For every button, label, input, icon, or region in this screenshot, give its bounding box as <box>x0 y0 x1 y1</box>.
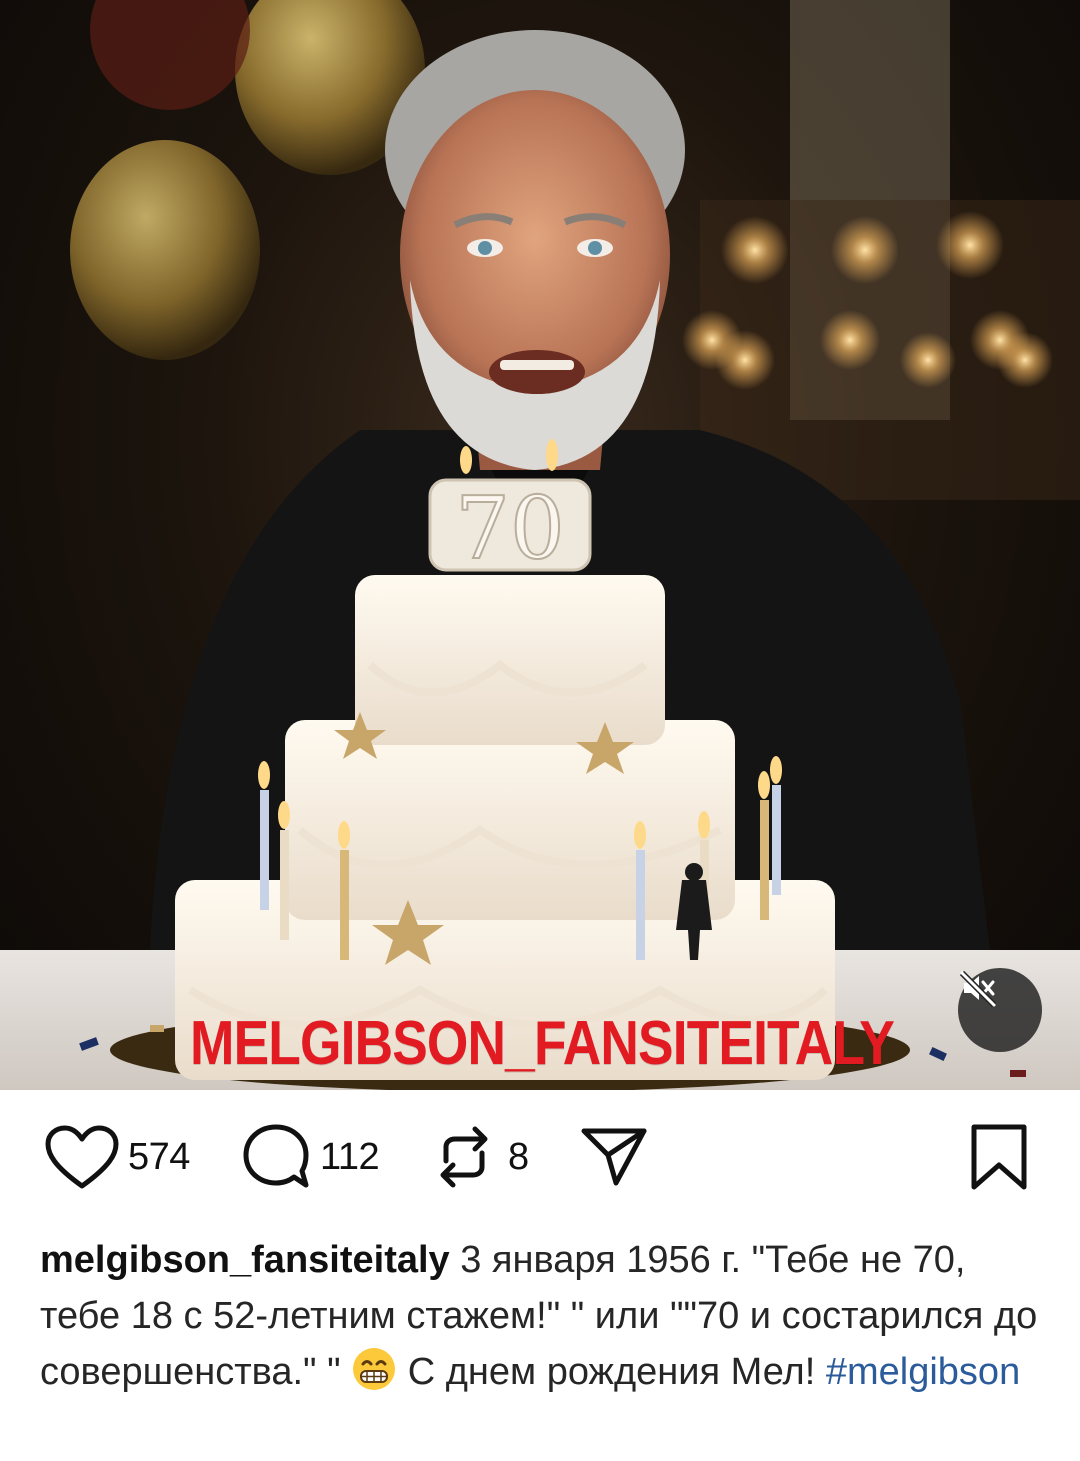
mute-button[interactable] <box>958 968 1042 1052</box>
grinning-face-icon <box>353 1348 396 1390</box>
like-button[interactable]: 574 <box>44 1122 190 1192</box>
repost-count: 8 <box>508 1135 529 1178</box>
cake-number-candle: 70 <box>455 479 564 579</box>
like-count: 574 <box>128 1135 190 1178</box>
birthday-photo-illustration: 70 <box>0 0 1080 1090</box>
repost-button[interactable]: 8 <box>428 1122 529 1192</box>
comment-button[interactable]: 112 <box>240 1122 380 1192</box>
comment-bubble-icon <box>243 1124 309 1188</box>
paper-plane-icon <box>581 1128 647 1186</box>
post-photo[interactable]: 70 MELGIBSON_FANSITEITALY <box>0 0 1080 1090</box>
speaker-muted-icon <box>959 970 997 1008</box>
comment-count: 112 <box>320 1135 380 1178</box>
hashtag-link[interactable]: #melgibson <box>826 1351 1020 1393</box>
share-button[interactable] <box>578 1122 650 1192</box>
repost-icon <box>440 1126 488 1188</box>
bookmark-icon <box>971 1124 1027 1190</box>
heart-icon <box>45 1125 119 1189</box>
post-action-bar: 574 112 8 <box>0 1090 1080 1230</box>
save-button[interactable] <box>968 1122 1030 1192</box>
post-caption: melgibson_fansiteitaly 3 января 1956 г. … <box>40 1232 1040 1400</box>
caption-text-end: С днем рождения Мел! <box>407 1351 826 1393</box>
caption-username[interactable]: melgibson_fansiteitaly <box>40 1239 450 1281</box>
watermark-text: MELGIBSON_FANSITEITALY <box>190 1008 895 1078</box>
